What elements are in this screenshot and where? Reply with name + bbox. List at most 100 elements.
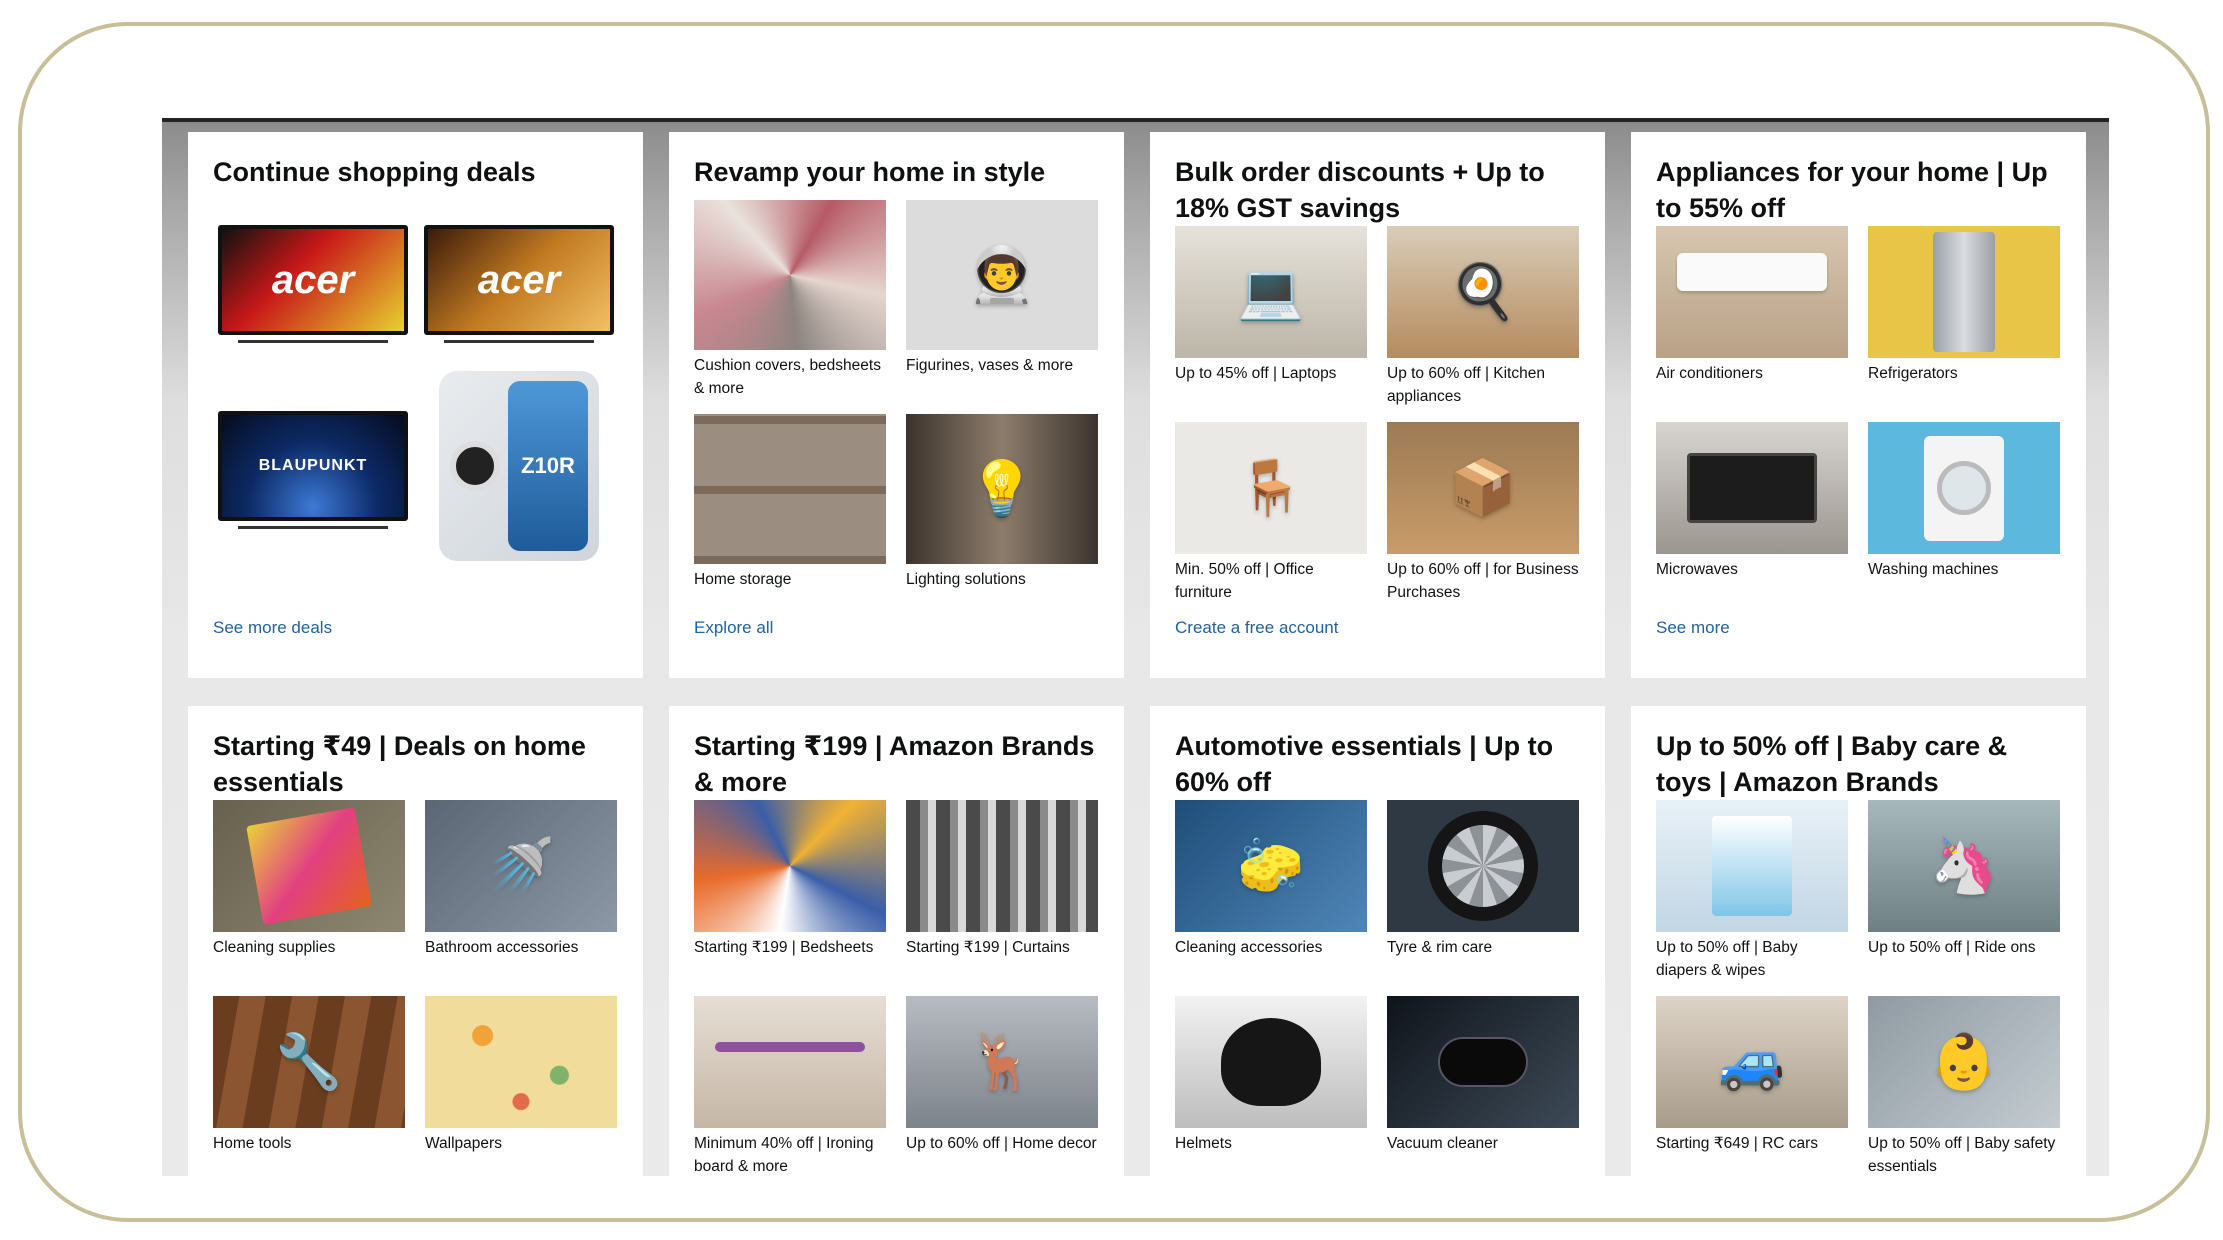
- tile-bathroom-accessories[interactable]: 🚿 Bathroom accessories: [425, 800, 617, 982]
- tile-lighting[interactable]: 💡 Lighting solutions: [906, 414, 1098, 614]
- tile-bedsheets[interactable]: Starting ₹199 | Bedsheets: [694, 800, 886, 982]
- rc-car-icon: 🚙: [1656, 996, 1848, 1128]
- card-title[interactable]: Continue shopping deals: [213, 154, 618, 190]
- card-continue-shopping: Continue shopping deals acer acer BLAUPU…: [188, 132, 643, 678]
- tile-baby-safety[interactable]: 👶 Up to 50% off | Baby safety essentials: [1868, 996, 2060, 1176]
- tile-cushion-covers[interactable]: Cushion covers, bedsheets & more: [694, 200, 886, 400]
- tile-washing-machines[interactable]: Washing machines: [1868, 422, 2060, 604]
- tile-wallpapers[interactable]: Wallpapers: [425, 996, 617, 1176]
- tv-icon: acer: [424, 225, 614, 343]
- tile-tyre-rim-care[interactable]: Tyre & rim care: [1387, 800, 1579, 982]
- see-more-link[interactable]: See more: [1656, 618, 1730, 638]
- card-title[interactable]: Appliances for your home | Up to 55% off: [1656, 154, 2061, 226]
- tile-air-conditioners[interactable]: Air conditioners: [1656, 226, 1848, 408]
- iron-icon: [694, 996, 886, 1128]
- tile-cleaning-supplies[interactable]: Cleaning supplies: [213, 800, 405, 982]
- tile-baby-diapers[interactable]: Up to 50% off | Baby diapers & wipes: [1656, 800, 1848, 982]
- deal-blaupunkt-tv[interactable]: BLAUPUNKT: [213, 386, 413, 546]
- lamp-icon: 💡: [906, 414, 1098, 564]
- tile-label: Up to 50% off | Baby safety essentials: [1868, 1135, 2056, 1175]
- tile-figurines[interactable]: 👨‍🚀 Figurines, vases & more: [906, 200, 1098, 400]
- tile-label: Up to 50% off | Ride ons: [1868, 939, 2036, 956]
- diaper-icon: [1656, 800, 1848, 932]
- tile-office-furniture[interactable]: 🪑 Min. 50% off | Office furniture: [1175, 422, 1367, 604]
- tile-label: Cushion covers, bedsheets & more: [694, 357, 881, 397]
- tile-label: Up to 60% off | Home decor: [906, 1135, 1097, 1152]
- tile-microwaves[interactable]: Microwaves: [1656, 422, 1848, 604]
- card-title[interactable]: Bulk order discounts + Up to 18% GST sav…: [1175, 154, 1580, 226]
- tile-label: Washing machines: [1868, 561, 1999, 578]
- tyre-icon: [1387, 800, 1579, 932]
- card-automotive: Automotive essentials | Up to 60% off 🧽 …: [1150, 706, 1605, 1176]
- tile-label: Up to 50% off | Baby diapers & wipes: [1656, 939, 1798, 979]
- curtain-icon: [906, 800, 1098, 932]
- tile-label: Cleaning accessories: [1175, 939, 1323, 956]
- tile-label: Home tools: [213, 1135, 292, 1152]
- tv-icon: acer: [218, 225, 408, 343]
- tile-label: Up to 60% off | for Business Purchases: [1387, 561, 1579, 601]
- tile-cleaning-accessories[interactable]: 🧽 Cleaning accessories: [1175, 800, 1367, 982]
- deal-acer-tv-2[interactable]: acer: [419, 200, 619, 360]
- deal-iqoo-phone[interactable]: Z10R: [419, 371, 619, 561]
- car-seat-icon: 👶: [1868, 996, 2060, 1128]
- deal-brand: acer: [477, 257, 561, 302]
- card-title[interactable]: Revamp your home in style: [694, 154, 1099, 190]
- tile-label: Up to 60% off | Kitchen appliances: [1387, 365, 1545, 405]
- tile-vacuum-cleaner[interactable]: Vacuum cleaner: [1387, 996, 1579, 1176]
- tile-home-decor[interactable]: 🦌 Up to 60% off | Home decor: [906, 996, 1098, 1176]
- outer-frame: Continue shopping deals acer acer BLAUPU…: [18, 22, 2210, 1222]
- tile-label: Cleaning supplies: [213, 939, 336, 956]
- microwave-icon: [1656, 422, 1848, 554]
- tile-label: Minimum 40% off | Ironing board & more: [694, 1135, 874, 1175]
- card-title[interactable]: Up to 50% off | Baby care & toys | Amazo…: [1656, 728, 2061, 800]
- tile-curtains[interactable]: Starting ₹199 | Curtains: [906, 800, 1098, 982]
- shower-icon: 🚿: [425, 800, 617, 932]
- tile-business-purchases[interactable]: 📦 Up to 60% off | for Business Purchases: [1387, 422, 1579, 604]
- washer-icon: [1868, 422, 2060, 554]
- tile-refrigerators[interactable]: Refrigerators: [1868, 226, 2060, 408]
- ride-on-icon: 🦄: [1868, 800, 2060, 932]
- tile-rc-cars[interactable]: 🚙 Starting ₹649 | RC cars: [1656, 996, 1848, 1176]
- wallpaper-icon: [425, 996, 617, 1128]
- tile-ride-ons[interactable]: 🦄 Up to 50% off | Ride ons: [1868, 800, 2060, 982]
- create-account-link[interactable]: Create a free account: [1175, 618, 1338, 638]
- tile-label: Min. 50% off | Office furniture: [1175, 561, 1314, 601]
- tile-label: Starting ₹649 | RC cars: [1656, 1135, 1819, 1152]
- explore-all-link[interactable]: Explore all: [694, 618, 773, 638]
- tile-label: Wallpapers: [425, 1135, 502, 1152]
- vacuum-icon: [1387, 996, 1579, 1128]
- tile-home-tools[interactable]: 🔧 Home tools: [213, 996, 405, 1176]
- bed-icon: [694, 800, 886, 932]
- card-bulk-order: Bulk order discounts + Up to 18% GST sav…: [1150, 132, 1605, 678]
- deal-acer-tv-1[interactable]: acer: [213, 200, 413, 360]
- tile-ironing-board[interactable]: Minimum 40% off | Ironing board & more: [694, 996, 886, 1176]
- chair-icon: 🪑: [1175, 422, 1367, 554]
- deal-brand: BLAUPUNKT: [258, 457, 368, 474]
- airfryer-icon: 🍳: [1387, 226, 1579, 358]
- storage-icon: [694, 414, 886, 564]
- tile-label: Helmets: [1175, 1135, 1232, 1152]
- card-appliances: Appliances for your home | Up to 55% off…: [1631, 132, 2086, 678]
- tile-helmets[interactable]: Helmets: [1175, 996, 1367, 1176]
- tile-label: Bathroom accessories: [425, 939, 579, 956]
- astronaut-icon: 👨‍🚀: [906, 200, 1098, 350]
- tile-laptops[interactable]: 💻 Up to 45% off | Laptops: [1175, 226, 1367, 408]
- card-baby-care: Up to 50% off | Baby care & toys | Amazo…: [1631, 706, 2086, 1176]
- laptop-icon: 💻: [1175, 226, 1367, 358]
- card-title[interactable]: Starting ₹199 | Amazon Brands & more: [694, 728, 1099, 800]
- tile-label: Starting ₹199 | Bedsheets: [694, 939, 874, 956]
- tile-kitchen-appliances[interactable]: 🍳 Up to 60% off | Kitchen appliances: [1387, 226, 1579, 408]
- see-more-deals-link[interactable]: See more deals: [213, 618, 332, 638]
- ac-icon: [1656, 226, 1848, 358]
- tile-label: Refrigerators: [1868, 365, 1958, 382]
- tile-label: Home storage: [694, 571, 792, 588]
- card-title[interactable]: Starting ₹49 | Deals on home essentials: [213, 728, 618, 800]
- phone-icon: Z10R: [439, 371, 599, 561]
- tile-home-storage[interactable]: Home storage: [694, 414, 886, 614]
- card-title[interactable]: Automotive essentials | Up to 60% off: [1175, 728, 1580, 800]
- tv-icon: BLAUPUNKT: [218, 411, 408, 529]
- car-wash-icon: 🧽: [1175, 800, 1367, 932]
- tile-label: Air conditioners: [1656, 365, 1763, 382]
- tile-label: Lighting solutions: [906, 571, 1026, 588]
- amazon-deals-section: Continue shopping deals acer acer BLAUPU…: [162, 118, 2109, 1176]
